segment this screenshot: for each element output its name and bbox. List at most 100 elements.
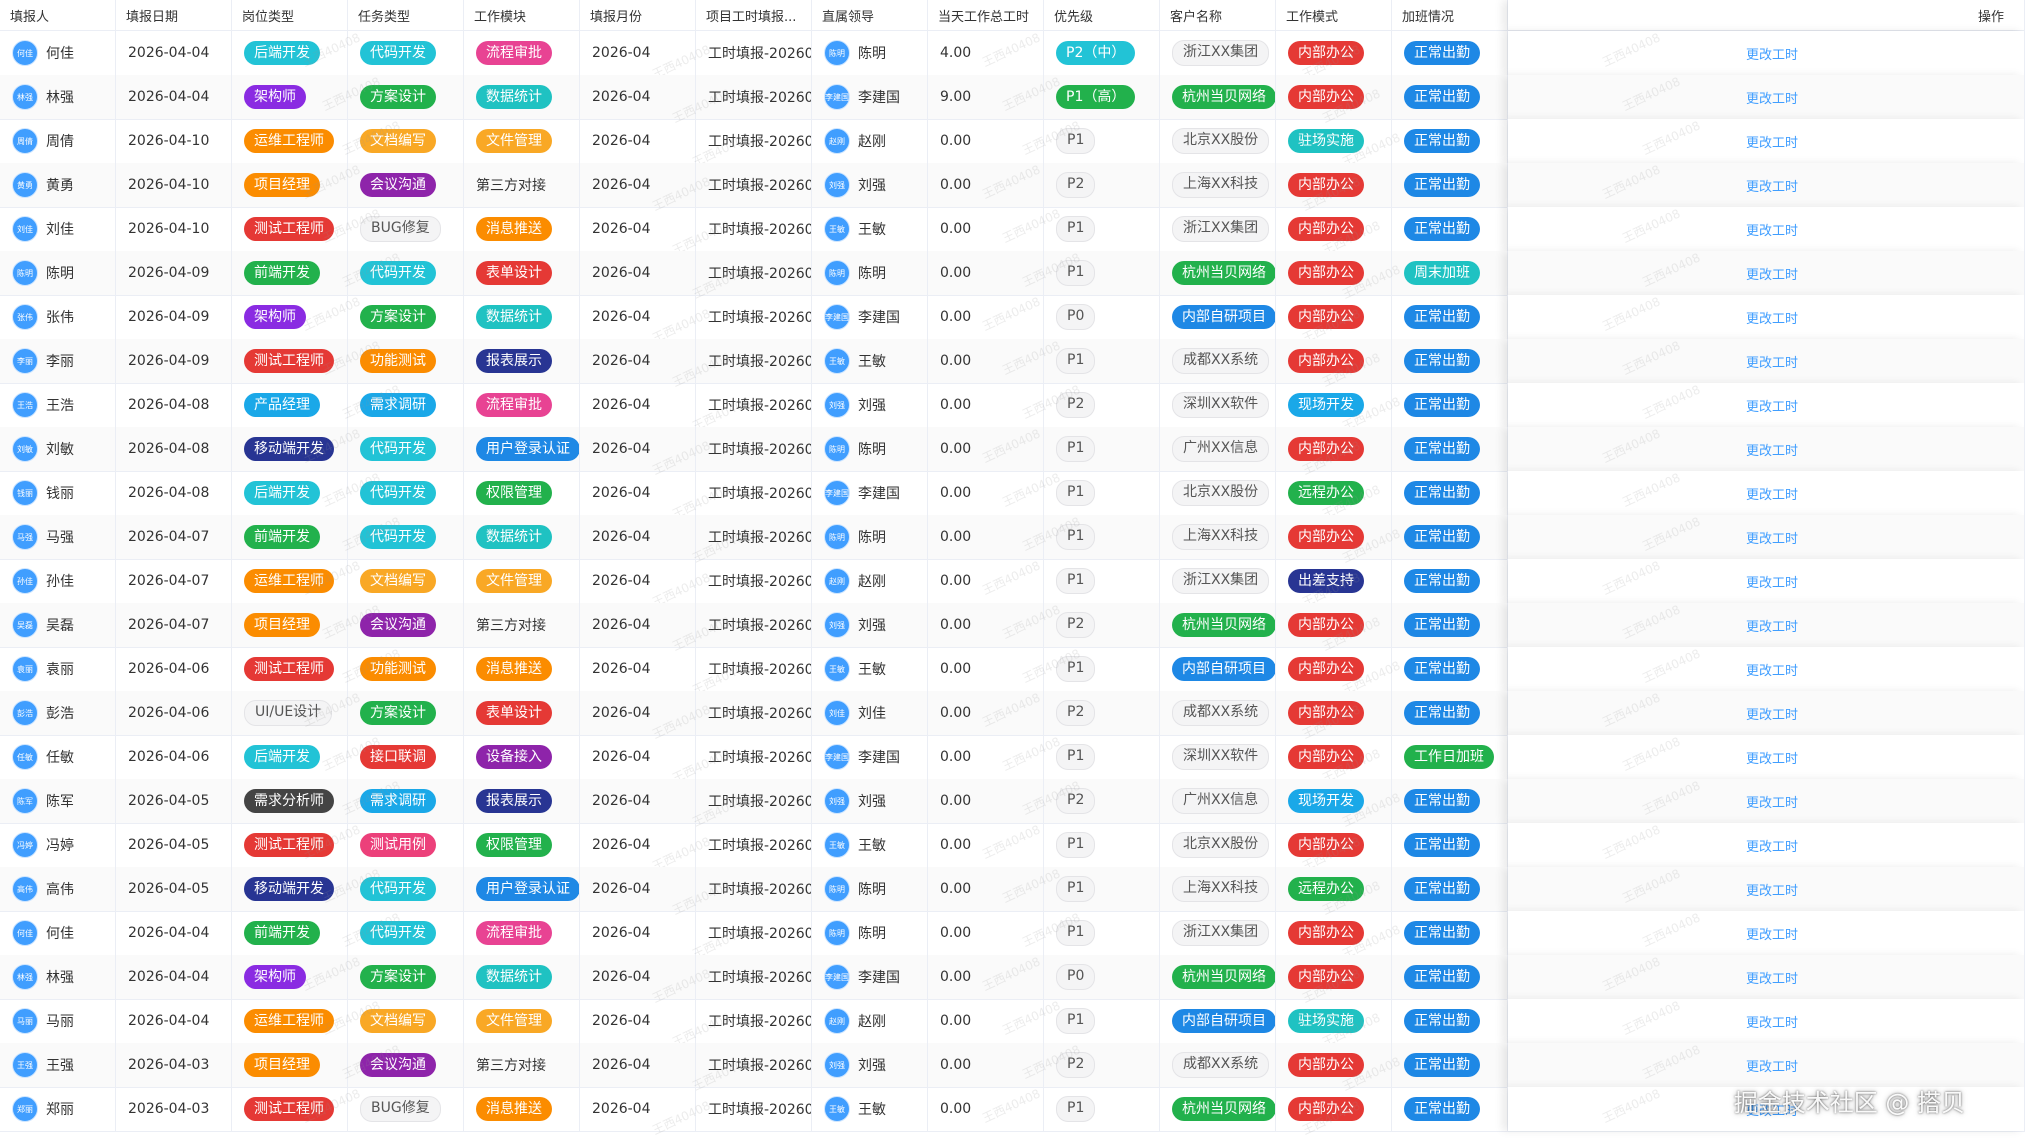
- cell-mode: 内部办公: [1276, 1087, 1392, 1131]
- edit-hours-button[interactable]: 更改工时: [1746, 396, 1798, 415]
- edit-hours-button[interactable]: 更改工时: [1746, 1100, 1798, 1119]
- table-row[interactable]: 彭浩 彭浩 2026-04-06 UI/UE设计 方案设计 表单设计 2026-04 工时填报…: [0, 690, 2025, 741]
- column-header-priority[interactable]: 优先级: [1044, 0, 1160, 30]
- cell-month: 2026-04: [580, 31, 696, 75]
- cell-reporter: 高伟 高伟: [0, 867, 116, 911]
- priority-tag: P1: [1056, 348, 1096, 374]
- client-tag: 杭州当贝网络: [1172, 1097, 1275, 1121]
- table-row[interactable]: 刘佳 刘佳 2026-04-10 测试工程师 BUG修复 消息推送 2026-04 工时填报-…: [0, 206, 2025, 257]
- edit-hours-button[interactable]: 更改工时: [1746, 44, 1798, 63]
- column-header-module[interactable]: 工作模块: [464, 0, 580, 30]
- column-header-overtime[interactable]: 加班情况: [1392, 0, 1508, 30]
- table-row[interactable]: 吴磊 吴磊 2026-04-07 项目经理 会议沟通 第三方对接 2026-04 工时填报-2…: [0, 602, 2025, 653]
- avatar: 袁丽: [12, 656, 38, 682]
- reporter-name: 任敏: [46, 750, 74, 766]
- hours-text: 0.00: [940, 353, 972, 369]
- cell-role: 后端开发: [232, 31, 348, 75]
- edit-hours-button[interactable]: 更改工时: [1746, 1056, 1798, 1075]
- cell-project: 工时填报-2026040...: [696, 251, 812, 295]
- priority-tag: P1: [1056, 1008, 1096, 1034]
- edit-hours-button[interactable]: 更改工时: [1746, 264, 1798, 283]
- column-header-leader[interactable]: 直属领导: [812, 0, 928, 30]
- table-row[interactable]: 袁丽 袁丽 2026-04-06 测试工程师 功能测试 消息推送 2026-04 工时填报-2…: [0, 646, 2025, 697]
- cell-leader: 王敏 王敏: [812, 1087, 928, 1131]
- client-tag: 杭州当贝网络: [1172, 261, 1275, 285]
- edit-hours-button[interactable]: 更改工时: [1746, 88, 1798, 107]
- edit-hours-button[interactable]: 更改工时: [1746, 924, 1798, 943]
- table-row[interactable]: 张伟 张伟 2026-04-09 架构师 方案设计 数据统计 2026-04 工时填报-202…: [0, 294, 2025, 345]
- column-header-mode[interactable]: 工作模式: [1276, 0, 1392, 30]
- column-header-date[interactable]: 填报日期: [116, 0, 232, 30]
- edit-hours-button[interactable]: 更改工时: [1746, 572, 1798, 591]
- edit-hours-button[interactable]: 更改工时: [1746, 836, 1798, 855]
- module-tag: 用户登录认证: [476, 437, 579, 461]
- table-row[interactable]: 任敏 任敏 2026-04-06 后端开发 接口联调 设备接入 2026-04 工时填报-20…: [0, 734, 2025, 785]
- cell-month: 2026-04: [580, 251, 696, 295]
- edit-hours-button[interactable]: 更改工时: [1746, 484, 1798, 503]
- month-text: 2026-04: [592, 265, 651, 281]
- edit-hours-button[interactable]: 更改工时: [1746, 616, 1798, 635]
- cell-mode: 内部办公: [1276, 515, 1392, 559]
- column-header-reporter[interactable]: 填报人: [0, 0, 116, 30]
- edit-hours-button[interactable]: 更改工时: [1746, 308, 1798, 327]
- task-tag: 功能测试: [360, 349, 436, 373]
- cell-client: 杭州当贝网络: [1160, 1087, 1276, 1131]
- column-header-role[interactable]: 岗位类型: [232, 0, 348, 30]
- table-row[interactable]: 王强 王强 2026-04-03 项目经理 会议沟通 第三方对接 2026-04 工时填报-2…: [0, 1042, 2025, 1093]
- edit-hours-button[interactable]: 更改工时: [1746, 220, 1798, 239]
- cell-action: 更改工时: [1508, 1087, 2025, 1131]
- table-row[interactable]: 林强 林强 2026-04-04 架构师 方案设计 数据统计 2026-04 工时填报-202…: [0, 954, 2025, 1005]
- table-row[interactable]: 何佳 何佳 2026-04-04 前端开发 代码开发 流程审批 2026-04 工时填报-20…: [0, 910, 2025, 961]
- cell-role: 运维工程师: [232, 119, 348, 163]
- project-text: 工时填报-2026040...: [708, 970, 811, 986]
- priority-tag: P0: [1056, 964, 1096, 990]
- table-row[interactable]: 马丽 马丽 2026-04-04 运维工程师 文档编写 文件管理 2026-04 工时填报-2…: [0, 998, 2025, 1049]
- column-header-month[interactable]: 填报月份: [580, 0, 696, 30]
- table-row[interactable]: 王浩 王浩 2026-04-08 产品经理 需求调研 流程审批 2026-04 工时填报-20…: [0, 382, 2025, 433]
- cell-priority: P1: [1044, 867, 1160, 911]
- client-tag: 深圳XX软件: [1172, 392, 1270, 418]
- table-row[interactable]: 陈军 陈军 2026-04-05 需求分析师 需求调研 报表展示 2026-04 工时填报-2…: [0, 778, 2025, 829]
- task-tag: 方案设计: [360, 965, 436, 989]
- table-row[interactable]: 郑丽 郑丽 2026-04-03 测试工程师 BUG修复 消息推送 2026-04 工时填报-…: [0, 1086, 2025, 1137]
- table-row[interactable]: 周倩 周倩 2026-04-10 运维工程师 文档编写 文件管理 2026-04 工时填报-2…: [0, 118, 2025, 169]
- table-row[interactable]: 林强 林强 2026-04-04 架构师 方案设计 数据统计 2026-04 工时填报-202…: [0, 74, 2025, 125]
- cell-reporter: 刘佳 刘佳: [0, 207, 116, 251]
- table-row[interactable]: 冯婷 冯婷 2026-04-05 测试工程师 测试用例 权限管理 2026-04 工时填报-2…: [0, 822, 2025, 873]
- table-row[interactable]: 刘敏 刘敏 2026-04-08 移动端开发 代码开发 用户登录认证 2026-04 工时填报…: [0, 426, 2025, 477]
- column-header-client[interactable]: 客户名称: [1160, 0, 1276, 30]
- edit-hours-button[interactable]: 更改工时: [1746, 352, 1798, 371]
- edit-hours-button[interactable]: 更改工时: [1746, 880, 1798, 899]
- cell-mode: 内部办公: [1276, 911, 1392, 955]
- table-row[interactable]: 钱丽 钱丽 2026-04-08 后端开发 代码开发 权限管理 2026-04 工时填报-20…: [0, 470, 2025, 521]
- column-header-task[interactable]: 任务类型: [348, 0, 464, 30]
- priority-tag: P1: [1056, 568, 1096, 594]
- table-row[interactable]: 李丽 李丽 2026-04-09 测试工程师 功能测试 报表展示 2026-04 工时填报-2…: [0, 338, 2025, 389]
- table-row[interactable]: 黄勇 黄勇 2026-04-10 项目经理 会议沟通 第三方对接 2026-04 工时填报-2…: [0, 162, 2025, 213]
- cell-role: 架构师: [232, 75, 348, 119]
- table-row[interactable]: 高伟 高伟 2026-04-05 移动端开发 代码开发 用户登录认证 2026-04 工时填报…: [0, 866, 2025, 917]
- avatar: 李丽: [12, 348, 38, 374]
- edit-hours-button[interactable]: 更改工时: [1746, 440, 1798, 459]
- cell-task: 代码开发: [348, 471, 464, 515]
- table-row[interactable]: 马强 马强 2026-04-07 前端开发 代码开发 数据统计 2026-04 工时填报-20…: [0, 514, 2025, 565]
- table-row[interactable]: 孙佳 孙佳 2026-04-07 运维工程师 文档编写 文件管理 2026-04 工时填报-2…: [0, 558, 2025, 609]
- edit-hours-button[interactable]: 更改工时: [1746, 528, 1798, 547]
- edit-hours-button[interactable]: 更改工时: [1746, 176, 1798, 195]
- edit-hours-button[interactable]: 更改工时: [1746, 660, 1798, 679]
- cell-date: 2026-04-03: [116, 1043, 232, 1087]
- edit-hours-button[interactable]: 更改工时: [1746, 1012, 1798, 1031]
- overtime-tag: 正常出勤: [1404, 789, 1480, 813]
- mode-tag: 内部办公: [1288, 525, 1364, 549]
- edit-hours-button[interactable]: 更改工时: [1746, 792, 1798, 811]
- avatar: 彭浩: [12, 700, 38, 726]
- edit-hours-button[interactable]: 更改工时: [1746, 132, 1798, 151]
- table-row[interactable]: 陈明 陈明 2026-04-09 前端开发 代码开发 表单设计 2026-04 工时填报-20…: [0, 250, 2025, 301]
- column-header-project[interactable]: 项目工时填报...: [696, 0, 812, 30]
- table-row[interactable]: 何佳 何佳 2026-04-04 后端开发 代码开发 流程审批 2026-04 工时填报-20…: [0, 30, 2025, 81]
- column-header-hours[interactable]: 当天工作总工时: [928, 0, 1044, 30]
- edit-hours-button[interactable]: 更改工时: [1746, 704, 1798, 723]
- cell-overtime: 正常出勤: [1392, 603, 1508, 647]
- edit-hours-button[interactable]: 更改工时: [1746, 968, 1798, 987]
- edit-hours-button[interactable]: 更改工时: [1746, 748, 1798, 767]
